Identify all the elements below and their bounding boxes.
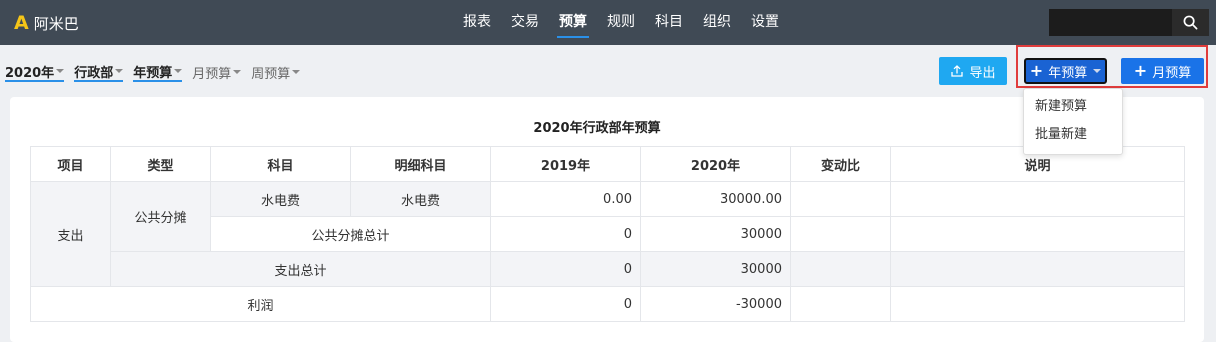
period-year-filter[interactable]: 年预算 bbox=[133, 62, 183, 82]
plus-icon: + bbox=[1029, 61, 1044, 80]
period-year-label: 年预算 bbox=[133, 65, 173, 81]
column-header: 明细科目 bbox=[350, 146, 491, 182]
dept-filter[interactable]: 行政部 bbox=[74, 62, 124, 82]
year-filter[interactable]: 2020年 bbox=[5, 62, 65, 82]
nav-item-settings[interactable]: 设置 bbox=[751, 0, 779, 45]
table-cell: 0 bbox=[490, 251, 641, 287]
budget-table: 项目 类型 科目 明细科目 2019年 2020年 变动比 说明 支出 公共分摊… bbox=[30, 146, 1185, 322]
table-cell bbox=[890, 216, 1185, 252]
month-budget-button[interactable]: + 月预算 bbox=[1121, 58, 1204, 84]
nav-item-organization[interactable]: 组织 bbox=[703, 0, 731, 45]
logo-icon: A bbox=[14, 12, 29, 34]
new-budget-option[interactable]: 新建预算 bbox=[1024, 96, 1122, 124]
main-nav: 报表 交易 预算 规则 科目 组织 设置 bbox=[463, 0, 799, 45]
column-header: 变动比 bbox=[790, 146, 891, 182]
app-name: 阿米巴 bbox=[33, 14, 79, 33]
table-cell: 0.00 bbox=[490, 181, 641, 217]
search-button[interactable] bbox=[1172, 9, 1209, 36]
upload-icon bbox=[951, 65, 964, 77]
table-cell bbox=[790, 286, 891, 322]
column-header: 2019年 bbox=[490, 146, 641, 182]
table-cell: 公共分摊 bbox=[110, 181, 211, 252]
table-row: 支出 公共分摊 水电费 水电费 0.00 30000.00 bbox=[30, 181, 1185, 287]
chevron-down-icon bbox=[1093, 69, 1102, 73]
search-box bbox=[1049, 9, 1209, 36]
table-cell: 0 bbox=[490, 216, 641, 252]
column-header: 2020年 bbox=[640, 146, 791, 182]
nav-item-budget[interactable]: 预算 bbox=[557, 0, 589, 45]
report-title: 2020年行政部年预算 bbox=[533, 121, 661, 136]
top-navbar: A 阿米巴 报表 交易 预算 规则 科目 组织 设置 bbox=[0, 0, 1216, 45]
nav-item-rules[interactable]: 规则 bbox=[607, 0, 635, 45]
table-cell: 30000 bbox=[640, 251, 791, 287]
table-cell: 水电费 bbox=[210, 181, 351, 217]
plus-icon: + bbox=[1133, 61, 1148, 80]
period-week-label: 周预算 bbox=[251, 66, 291, 82]
year-filter-label: 2020年 bbox=[5, 65, 55, 81]
search-icon bbox=[1183, 15, 1198, 30]
period-month-filter[interactable]: 月预算 bbox=[192, 62, 242, 82]
column-header: 类型 bbox=[110, 146, 211, 182]
chevron-down-icon bbox=[292, 70, 301, 74]
year-budget-button[interactable]: + 年预算 bbox=[1024, 58, 1107, 84]
month-budget-label: 月预算 bbox=[1152, 65, 1192, 81]
period-month-label: 月预算 bbox=[192, 66, 232, 82]
table-cell: 利润 bbox=[30, 286, 491, 322]
table-cell: 支出 bbox=[30, 181, 111, 287]
table-cell: 公共分摊总计 bbox=[210, 216, 491, 252]
search-input[interactable] bbox=[1049, 9, 1172, 36]
filter-bar: 2020年 行政部 年预算 月预算 周预算 bbox=[5, 62, 310, 82]
chevron-down-icon bbox=[115, 69, 124, 73]
year-budget-label: 年预算 bbox=[1048, 65, 1088, 81]
period-week-filter[interactable]: 周预算 bbox=[251, 62, 301, 82]
table-cell: 30000.00 bbox=[640, 181, 791, 217]
nav-item-subjects[interactable]: 科目 bbox=[655, 0, 683, 45]
table-cell: -30000 bbox=[640, 286, 791, 322]
table-cell bbox=[790, 216, 891, 252]
table-cell: 水电费 bbox=[350, 181, 491, 217]
table-cell bbox=[790, 181, 891, 217]
nav-item-transactions[interactable]: 交易 bbox=[511, 0, 539, 45]
table-cell: 30000 bbox=[640, 216, 791, 252]
table-cell: 支出总计 bbox=[110, 251, 491, 287]
table-cell bbox=[890, 181, 1185, 217]
table-cell: 0 bbox=[490, 286, 641, 322]
column-header: 项目 bbox=[30, 146, 111, 182]
table-row: 支出总计 0 30000 bbox=[31, 251, 1185, 287]
export-button-label: 导出 bbox=[969, 65, 996, 81]
app-logo[interactable]: A 阿米巴 bbox=[14, 12, 79, 34]
year-budget-dropdown: 新建预算 批量新建 bbox=[1023, 88, 1123, 155]
table-cell bbox=[890, 286, 1185, 322]
nav-item-reports[interactable]: 报表 bbox=[463, 0, 491, 45]
table-cell bbox=[790, 251, 891, 287]
export-button[interactable]: 导出 bbox=[939, 57, 1007, 85]
chevron-down-icon bbox=[174, 69, 183, 73]
column-header: 科目 bbox=[210, 146, 351, 182]
dept-filter-label: 行政部 bbox=[74, 65, 114, 81]
table-header-row: 项目 类型 科目 明细科目 2019年 2020年 变动比 说明 bbox=[30, 146, 1185, 182]
chevron-down-icon bbox=[56, 69, 65, 73]
table-row: 利润 0 -30000 bbox=[30, 286, 1185, 322]
table-cell bbox=[890, 251, 1185, 287]
batch-create-option[interactable]: 批量新建 bbox=[1024, 124, 1122, 152]
chevron-down-icon bbox=[233, 70, 242, 74]
